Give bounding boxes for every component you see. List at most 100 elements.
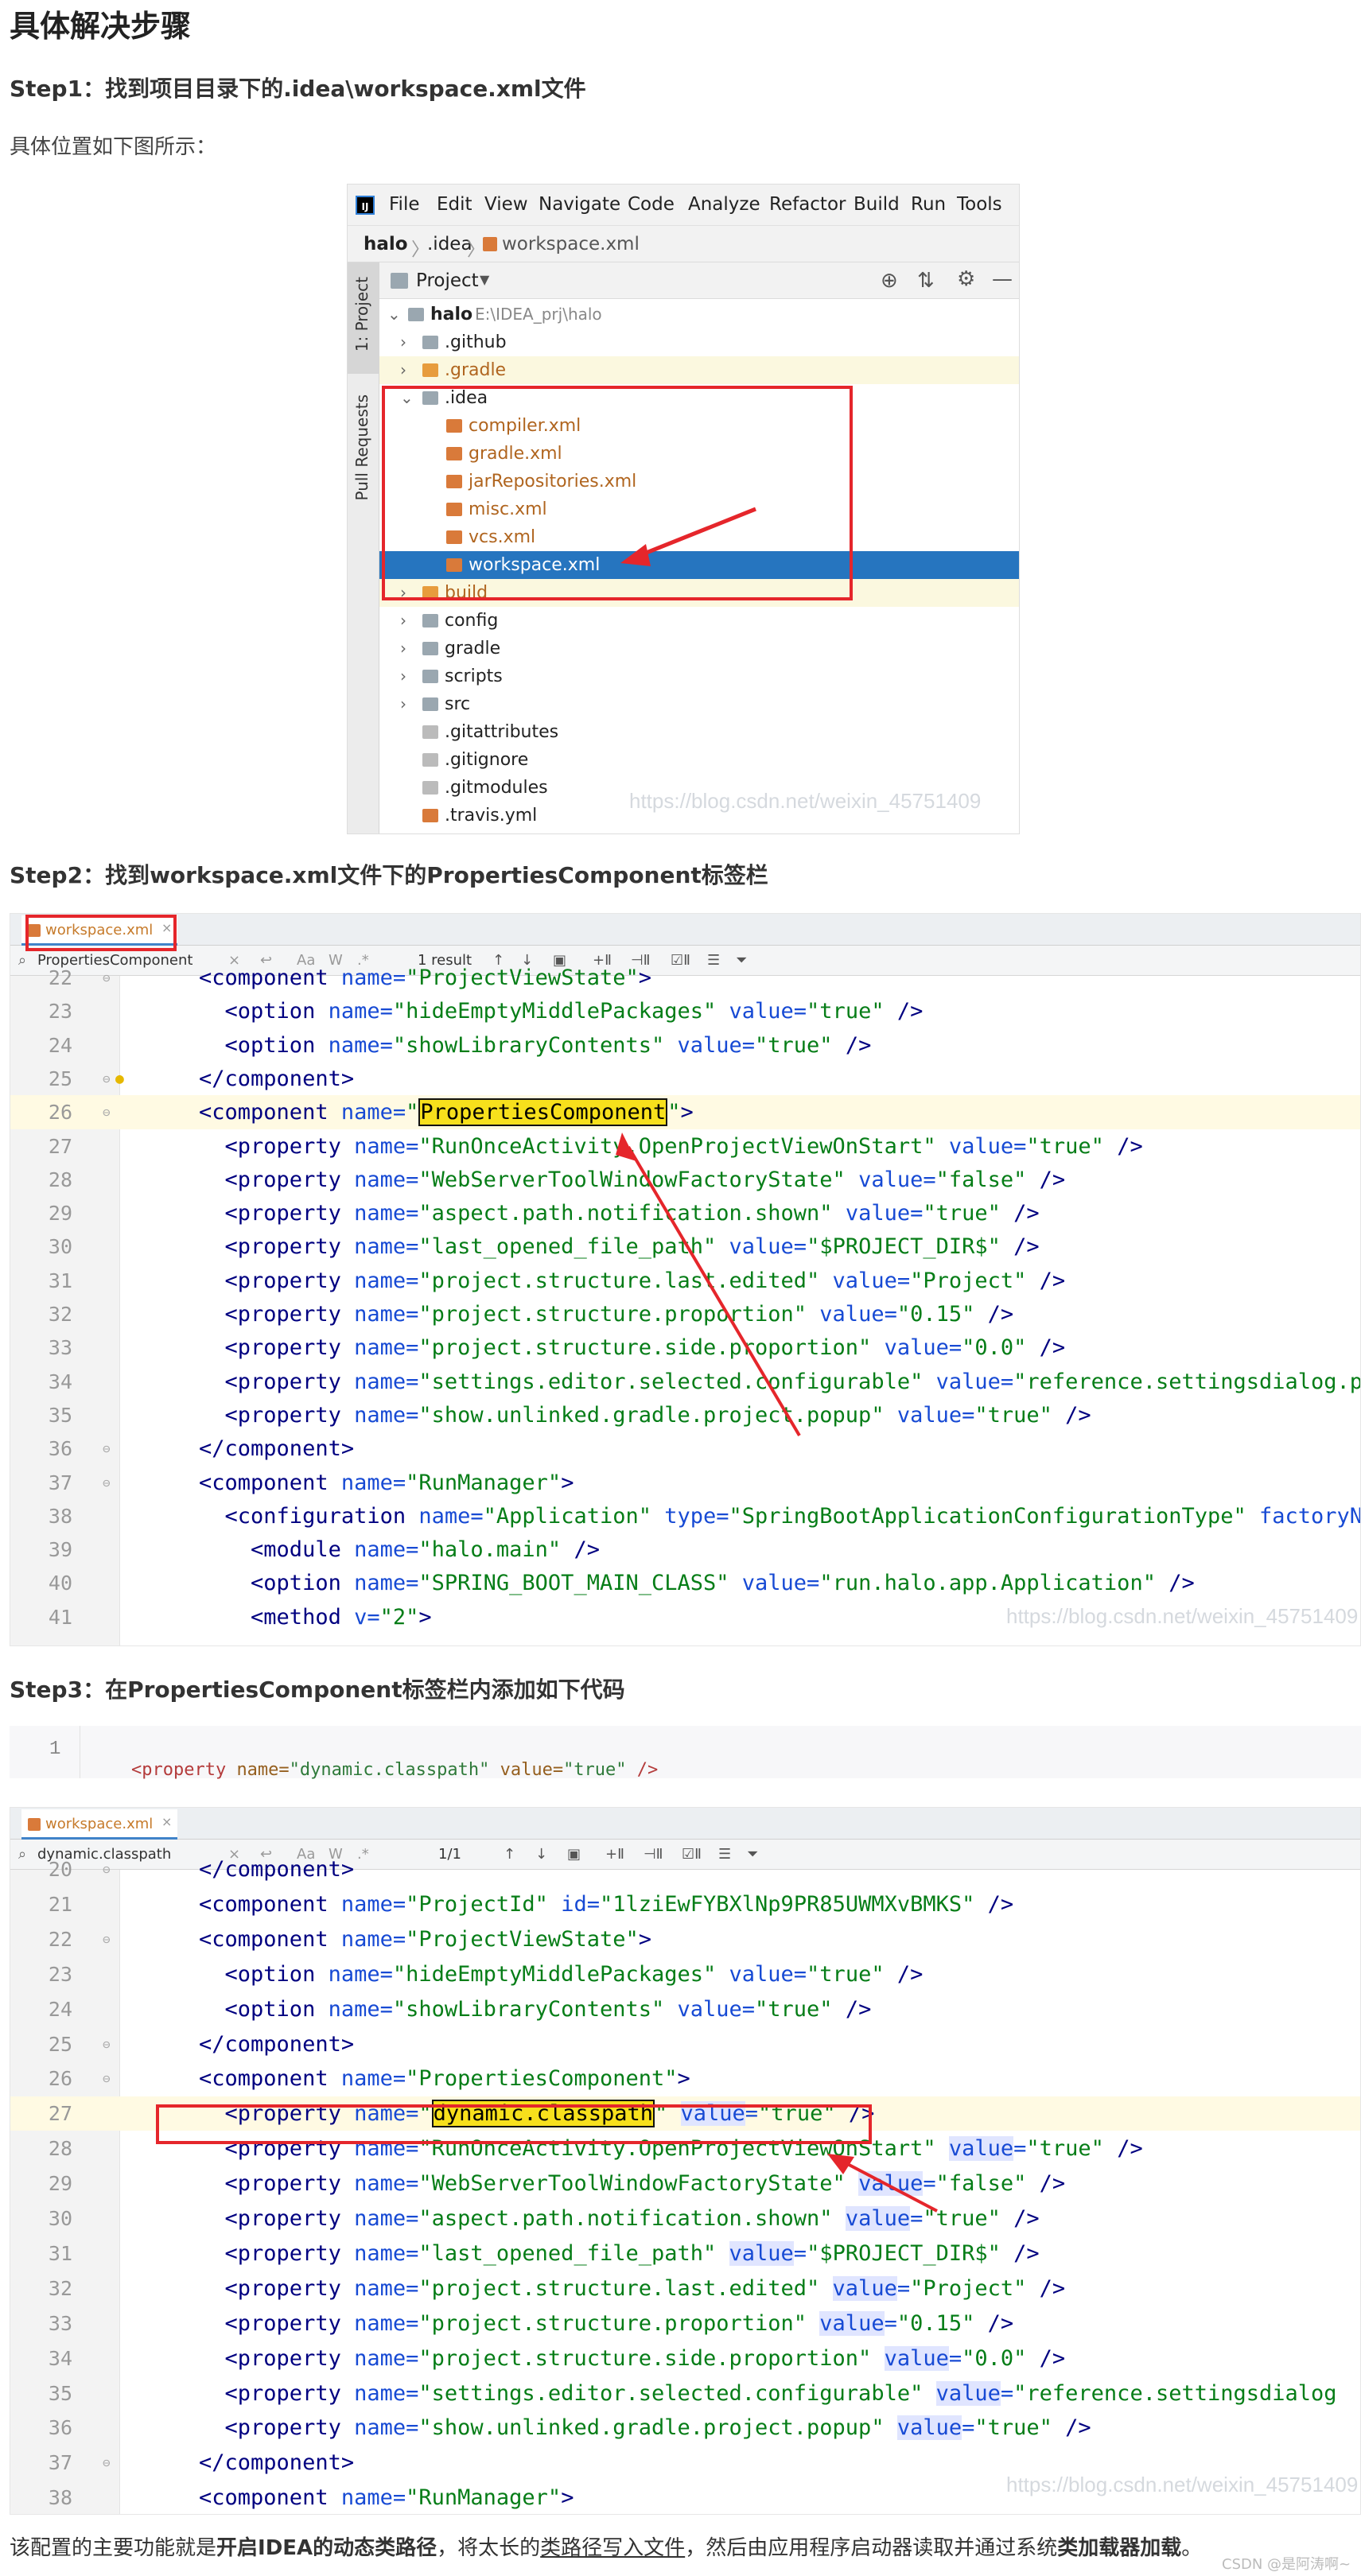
code-token: <property [147,2171,355,2197]
hide-icon[interactable]: — [992,267,1013,291]
code-line[interactable]: 39 <module name="halo.main" /> [10,1533,1360,1567]
code-line[interactable]: 31 <property name="project.structure.las… [10,1264,1360,1298]
code-line[interactable]: 32 <property name="project.structure.las… [10,2271,1360,2306]
menu-file[interactable]: File [389,194,420,215]
menu-edit[interactable]: Edit [437,194,472,215]
locate-icon[interactable]: ⊕ [881,269,898,293]
breadcrumb-workspace[interactable]: workspace.xml [502,234,640,254]
code-area[interactable]: 22 ⊖ <component name="ProjectViewState"> 2… [10,966,1360,1645]
tree-item-gradle[interactable]: › .gradle [379,356,1019,384]
code-line[interactable]: 29 <property name="WebServerToolWindowFa… [10,2166,1360,2201]
code-line[interactable]: 29 <property name="aspect.path.notificat… [10,1196,1360,1230]
code-line[interactable]: 25 ⊖ </component> [10,2027,1360,2061]
code-line[interactable]: 35 <property name="settings.editor.selec… [10,2376,1360,2411]
tree-item-gitattributes[interactable]: .gitattributes [379,718,1019,746]
fold-marker-icon[interactable]: ⊖ [103,2061,111,2096]
code-line[interactable]: 30 <property name="aspect.path.notificat… [10,2201,1360,2236]
code-line[interactable]: 37 ⊖ <component name="RunManager"> [10,1466,1360,1500]
code-line[interactable]: 33 <property name="project.structure.sid… [10,1331,1360,1365]
code-line[interactable]: 24 <option name="showLibraryContents" va… [10,1028,1360,1063]
fold-marker-icon[interactable]: ⊖ [103,1852,111,1886]
fold-marker-icon[interactable]: ⊖ [103,1922,111,1956]
chevron-right-icon[interactable]: › [400,690,406,718]
code-line[interactable]: 26 ⊖ <component name="PropertiesComponent… [10,1095,1360,1130]
chevron-right-icon[interactable]: › [400,356,406,384]
tree-item-src[interactable]: › src [379,690,1019,718]
code-token: "2" [379,1604,419,1630]
collapse-all-icon[interactable]: ⇅ [917,269,935,293]
line-number: 22 [48,966,72,989]
tree-root[interactable]: ⌄ halo E:\IDEA_prj\halo [379,301,1019,328]
code-line[interactable]: 28 <property name="WebServerToolWindowFa… [10,1163,1360,1197]
code-area[interactable]: 20 ⊖ </component> 21 <component name="Proj… [10,1857,1360,2514]
file-tab[interactable]: workspace.xml × [21,1809,177,1840]
fold-marker-icon[interactable]: ⊖ [103,2446,111,2480]
lightbulb-icon[interactable]: ● [115,1062,124,1096]
code-line[interactable]: 36 <property name="show.unlinked.gradle.… [10,2411,1360,2445]
code-line[interactable]: 33 <property name="project.structure.pro… [10,2306,1360,2341]
code-line[interactable]: 23 <option name="hideEmptyMiddlePackages… [10,1957,1360,1991]
breadcrumb-idea[interactable]: .idea [427,234,472,254]
code-token: <property [147,1234,355,1260]
menu-code[interactable]: Code [628,194,675,215]
code-line[interactable]: 27 <property name="RunOnceActivity.OpenP… [10,1129,1360,1164]
menu-navigate[interactable]: Navigate [539,194,620,215]
code-token: /> [1000,2206,1040,2231]
tree-item-gradle[interactable]: › gradle [379,635,1019,662]
menu-run[interactable]: Run [911,194,946,215]
menu-view[interactable]: View [484,194,528,215]
editor-tabbar: workspace.xml × [10,914,1360,946]
code-text: <configuration name="Application" type="… [147,1499,1360,1533]
code-line[interactable]: 22 ⊖ <component name="ProjectViewState"> [10,1922,1360,1956]
chevron-down-icon[interactable]: ⌄ [387,301,401,328]
gear-icon[interactable]: ⚙ [957,267,975,291]
fold-marker-icon[interactable]: ⊖ [103,1062,111,1096]
code-line[interactable]: 31 <property name="last_opened_file_path… [10,2236,1360,2271]
chevron-right-icon[interactable]: › [400,662,406,690]
chevron-right-icon[interactable]: › [400,635,406,662]
code-line[interactable]: 22 ⊖ <component name="ProjectViewState"> [10,961,1360,995]
menu-analyze[interactable]: Analyze [688,194,760,215]
chevron-right-icon[interactable]: › [400,607,406,635]
code-line[interactable]: 26 ⊖ <component name="PropertiesComponent… [10,2061,1360,2096]
code-token: <property [147,1302,355,1327]
code-line[interactable]: 35 <property name="show.unlinked.gradle.… [10,1398,1360,1432]
breadcrumb-halo[interactable]: halo [364,234,408,254]
code-text: <component name="ProjectViewState"> [147,1922,651,1956]
code-line[interactable]: 30 <property name="last_opened_file_path… [10,1230,1360,1264]
fold-marker-icon[interactable]: ⊖ [103,961,111,995]
fold-marker-icon[interactable]: ⊖ [103,1095,111,1129]
code-line[interactable]: 36 ⊖ </component> [10,1432,1360,1466]
chevron-right-icon[interactable]: › [400,328,406,356]
code-line[interactable]: 34 <property name="settings.editor.selec… [10,1365,1360,1399]
code-line[interactable]: 38 <configuration name="Application" typ… [10,1499,1360,1533]
fold-marker-icon[interactable]: ⊖ [103,1432,111,1466]
menu-tools[interactable]: Tools [957,194,1002,215]
code-line[interactable]: 20 ⊖ </component> [10,1852,1360,1886]
side-tab-pull-requests[interactable]: Pull Requests [352,394,371,501]
code-line[interactable]: 25 ⊖ ● </component> [10,1062,1360,1096]
side-tab-project[interactable]: 1: Project [352,277,371,352]
code-line[interactable]: 40 <option name="SPRING_BOOT_MAIN_CLASS"… [10,1566,1360,1600]
snippet-tag-open: <property [130,1760,237,1780]
menu-refactor[interactable]: Refactor [769,194,846,215]
code-line[interactable]: 24 <option name="showLibraryContents" va… [10,1992,1360,2026]
fold-marker-icon[interactable]: ⊖ [103,2027,111,2061]
project-panel-icon [391,273,408,289]
code-token: name= [418,1503,484,1529]
code-line[interactable]: 32 <property name="project.structure.pro… [10,1297,1360,1331]
tree-item-github[interactable]: › .github [379,328,1019,356]
project-panel-title[interactable]: Project [416,270,479,291]
code-line[interactable]: 21 <component name="ProjectId" id="1lziE… [10,1887,1360,1921]
close-icon[interactable]: × [161,1814,172,1829]
chevron-down-icon[interactable]: ▼ [480,272,489,287]
tree-item-scripts[interactable]: › scripts [379,662,1019,690]
code-token: "true" [923,2206,1001,2231]
code-line[interactable]: 23 <option name="hideEmptyMiddlePackages… [10,994,1360,1028]
code-line[interactable]: 34 <property name="project.structure.sid… [10,2341,1360,2376]
tree-item-config[interactable]: › config [379,607,1019,635]
summary-link[interactable]: 类路径写入文件 [540,2536,685,2560]
fold-marker-icon[interactable]: ⊖ [103,1466,111,1500]
tree-item-gitignore[interactable]: .gitignore [379,746,1019,774]
menu-build[interactable]: Build [854,194,900,215]
